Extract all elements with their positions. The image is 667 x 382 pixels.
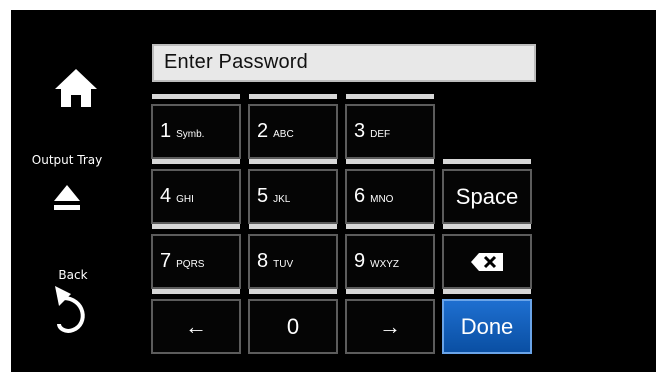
- key-letters: GHI: [176, 193, 194, 205]
- backspace-icon: [471, 252, 503, 271]
- key-number: 7: [160, 250, 172, 272]
- key-9[interactable]: 9 WXYZ: [344, 224, 436, 289]
- cursor-left-key[interactable]: ←: [150, 289, 242, 354]
- key-letters: ABC: [273, 128, 294, 140]
- key-number: 5: [257, 185, 269, 207]
- key-letters: MNO: [370, 193, 394, 205]
- output-tray-button[interactable]: Output Tray: [13, 153, 121, 223]
- home-button[interactable]: [51, 63, 101, 113]
- space-key[interactable]: Space: [441, 159, 533, 224]
- key-number: 2: [257, 120, 269, 142]
- key-letters: WXYZ: [370, 258, 400, 270]
- back-button[interactable]: Back: [41, 268, 105, 348]
- key-number: 0: [286, 313, 300, 339]
- key-2[interactable]: 2 ABC: [247, 94, 339, 159]
- key-6[interactable]: 6 MNO: [344, 159, 436, 224]
- key-0[interactable]: 0: [247, 289, 339, 354]
- backspace-key[interactable]: [441, 224, 533, 289]
- space-label: Space: [455, 183, 519, 209]
- key-number: 9: [354, 250, 366, 272]
- key-number: 4: [160, 185, 172, 207]
- key-letters: JKL: [273, 193, 291, 205]
- key-7[interactable]: 7 PQRS: [150, 224, 242, 289]
- key-number: 6: [354, 185, 366, 207]
- printer-panel-screen: Output Tray Back Enter Password 1 Symb. …: [11, 10, 656, 372]
- back-arrow-icon: [55, 286, 85, 333]
- done-button[interactable]: Done: [441, 289, 533, 354]
- output-tray-label: Output Tray: [31, 153, 103, 167]
- password-field[interactable]: Enter Password: [152, 44, 536, 82]
- key-letters: PQRS: [176, 258, 205, 270]
- left-arrow-icon: ←: [185, 313, 207, 339]
- key-number: 8: [257, 250, 269, 272]
- key-number: 3: [354, 120, 366, 142]
- key-number: 1: [160, 120, 172, 142]
- key-3[interactable]: 3 DEF: [344, 94, 436, 159]
- right-arrow-icon: →: [379, 313, 401, 339]
- password-prompt: Enter Password: [164, 51, 308, 73]
- key-letters: TUV: [273, 258, 294, 270]
- key-letters: DEF: [370, 128, 391, 140]
- cursor-right-key[interactable]: →: [344, 289, 436, 354]
- eject-icon: [54, 185, 80, 210]
- done-label: Done: [460, 313, 514, 339]
- key-letters: Symb.: [176, 128, 205, 140]
- home-icon: [55, 69, 97, 107]
- key-5[interactable]: 5 JKL: [247, 159, 339, 224]
- back-label: Back: [58, 268, 88, 282]
- key-8[interactable]: 8 TUV: [247, 224, 339, 289]
- key-4[interactable]: 4 GHI: [150, 159, 242, 224]
- key-1[interactable]: 1 Symb.: [150, 94, 242, 159]
